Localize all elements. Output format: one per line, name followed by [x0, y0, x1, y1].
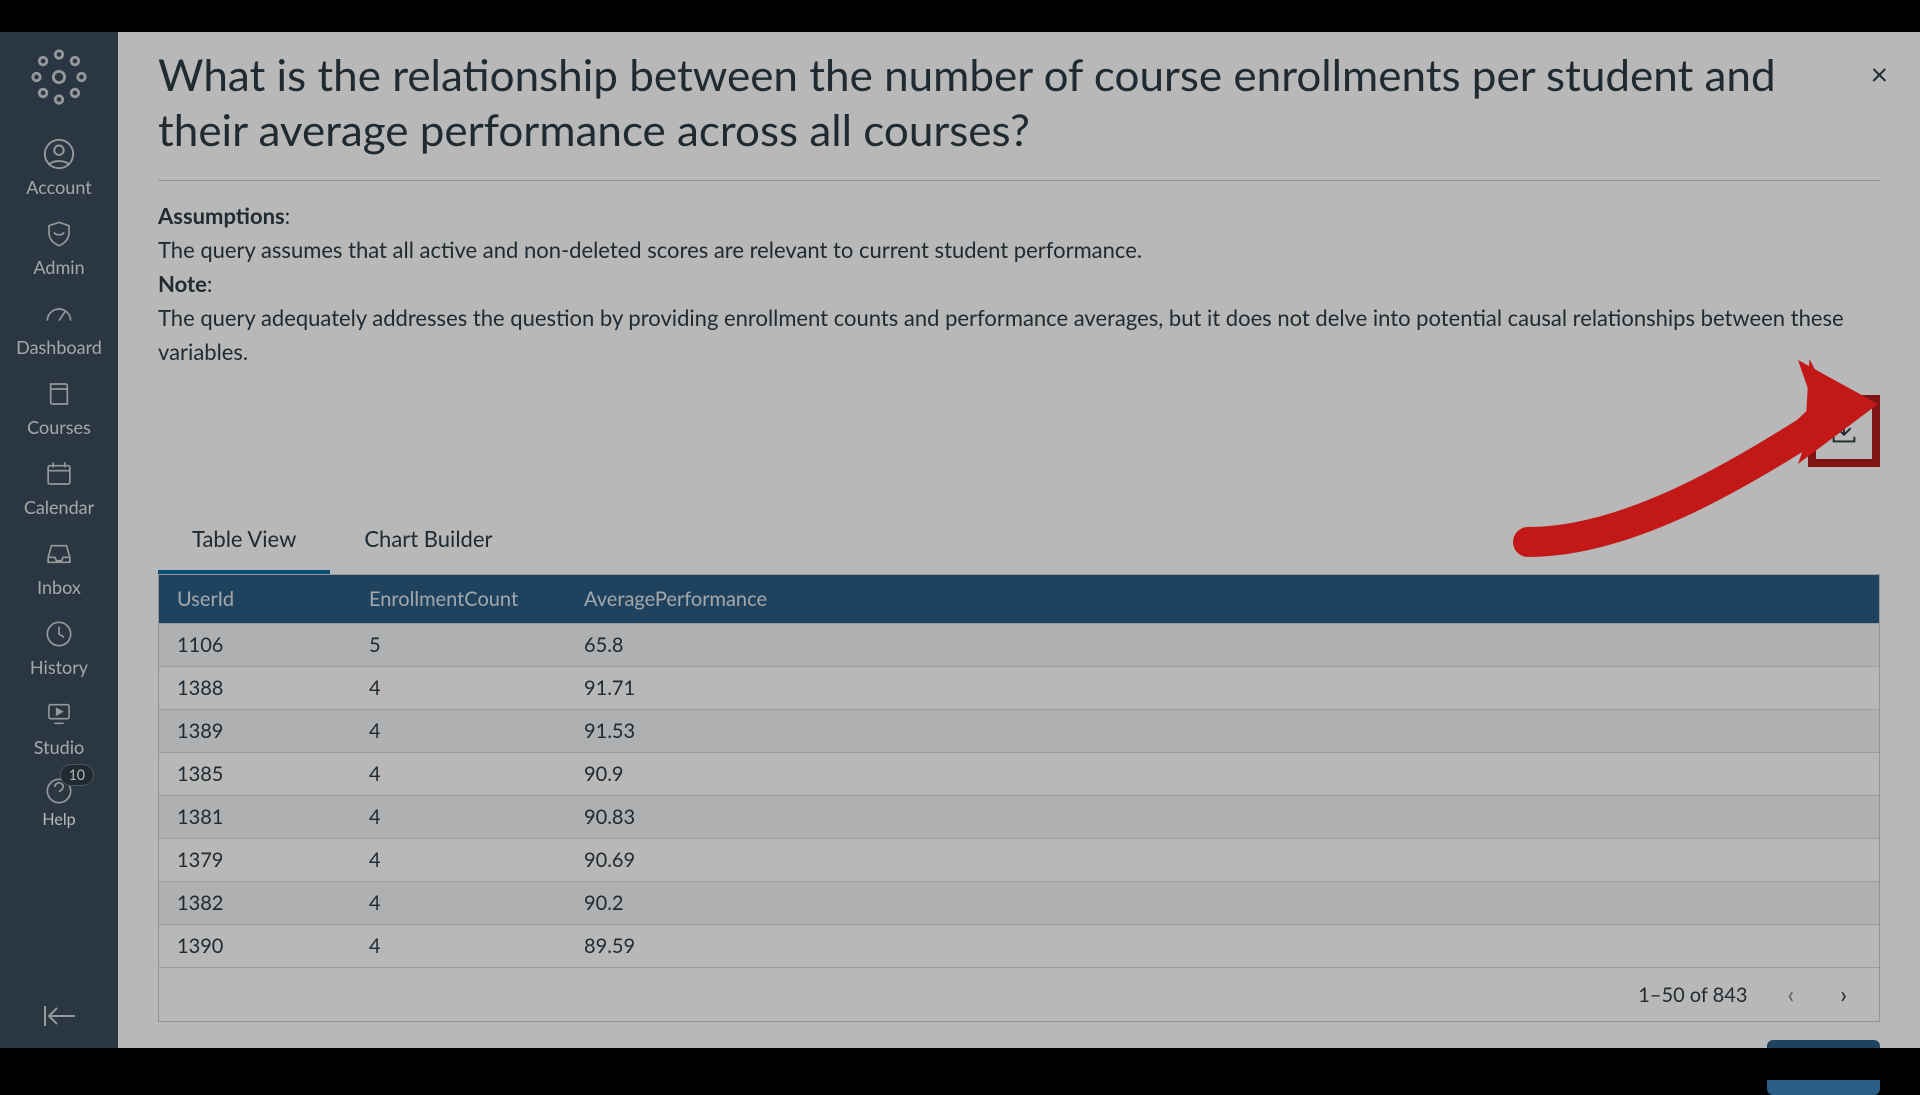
nav-studio[interactable]: Studio: [0, 688, 118, 768]
nav-history[interactable]: History: [0, 608, 118, 688]
collapse-sidebar-button[interactable]: [0, 1002, 118, 1030]
global-nav-sidebar: Account Admin Dashboard Courses Calendar: [0, 32, 118, 1048]
nav-label: History: [30, 656, 88, 678]
nav-label: Courses: [27, 416, 91, 438]
collapse-left-icon: [39, 1002, 79, 1030]
nav-help[interactable]: 10 Help: [0, 768, 118, 839]
nav-calendar[interactable]: Calendar: [0, 448, 118, 528]
nav-admin[interactable]: Admin: [0, 208, 118, 288]
clock-icon: [41, 616, 77, 652]
main-content: × What is the relationship between the n…: [118, 32, 1920, 1048]
help-badge: 10: [60, 764, 94, 786]
nav-label: Account: [26, 176, 91, 198]
nav-label: Inbox: [37, 576, 81, 598]
calendar-icon: [41, 456, 77, 492]
app-window: Account Admin Dashboard Courses Calendar: [0, 32, 1920, 1048]
nav-label: Help: [42, 810, 75, 829]
nav-label: Dashboard: [16, 336, 102, 358]
shield-icon: [41, 216, 77, 252]
nav-dashboard[interactable]: Dashboard: [0, 288, 118, 368]
inbox-icon: [41, 536, 77, 572]
nav-inbox[interactable]: Inbox: [0, 528, 118, 608]
gauge-icon: [41, 296, 77, 332]
canvas-logo-icon[interactable]: [28, 46, 90, 108]
monitor-play-icon: [41, 696, 77, 732]
nav-account[interactable]: Account: [0, 128, 118, 208]
modal-backdrop[interactable]: [118, 32, 1920, 1048]
user-circle-icon: [41, 136, 77, 172]
nav-label: Calendar: [24, 496, 94, 518]
nav-label: Admin: [33, 256, 84, 278]
nav-courses[interactable]: Courses: [0, 368, 118, 448]
nav-label: Studio: [34, 736, 84, 758]
book-icon: [41, 376, 77, 412]
